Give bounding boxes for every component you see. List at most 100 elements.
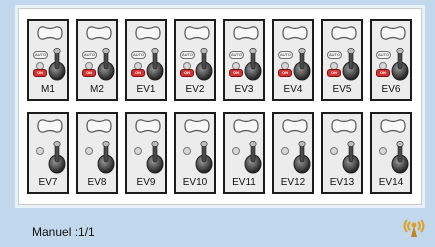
switch-label: EV1 [136, 84, 156, 95]
toggle-switch-icon[interactable] [194, 47, 214, 86]
on-button[interactable]: ON [33, 69, 47, 77]
auto-indicator: AUTO [33, 51, 48, 70]
auto-label: AUTO [278, 51, 293, 59]
toggle-switch-icon[interactable] [390, 140, 410, 179]
toggle-switch-icon[interactable] [96, 140, 116, 179]
switch-label: EV2 [185, 84, 205, 95]
toggle-switch-icon[interactable] [390, 47, 410, 86]
switch-panel: AUTO ON M1 AUTO ON M2 AUTO ON EV1 AUTO ON EV2 AUTO ON… [18, 8, 422, 205]
lock-icon [183, 147, 191, 155]
auto-indicator: AUTO [229, 51, 244, 70]
status-lamp-icon [281, 117, 309, 140]
toggle-switch-icon[interactable] [194, 140, 214, 179]
lock-icon [134, 147, 142, 155]
auto-label: AUTO [376, 51, 391, 59]
switch-card-ev8[interactable]: EV8 [76, 112, 118, 194]
status-lamp-icon [379, 24, 407, 47]
auto-label: AUTO [229, 51, 244, 59]
on-button[interactable]: ON [82, 69, 96, 77]
switch-label: EV7 [38, 177, 58, 188]
auto-indicator: AUTO [376, 51, 391, 70]
auto-indicator: AUTO [131, 51, 146, 70]
switch-label: EV3 [234, 84, 254, 95]
switch-label: M2 [90, 84, 104, 95]
switch-card-m2[interactable]: AUTO ON M2 [76, 19, 118, 101]
switch-label: EV6 [381, 84, 401, 95]
lock-indicator-icon [278, 144, 289, 155]
mode-status: Manuel :1/1 [32, 225, 95, 239]
switch-card-ev3[interactable]: AUTO ON EV3 [223, 19, 265, 101]
switch-card-ev7[interactable]: EV7 [27, 112, 69, 194]
lock-indicator-icon [376, 144, 387, 155]
switch-card-ev4[interactable]: AUTO ON EV4 [272, 19, 314, 101]
status-lamp-icon [281, 24, 309, 47]
auto-label: AUTO [180, 51, 195, 59]
toggle-switch-icon[interactable] [341, 140, 361, 179]
switch-card-ev5[interactable]: AUTO ON EV5 [321, 19, 363, 101]
auto-indicator: AUTO [278, 51, 293, 70]
lock-indicator-icon [82, 144, 93, 155]
status-lamp-icon [330, 24, 358, 47]
switch-label: EV14 [378, 177, 404, 188]
status-lamp-icon [36, 117, 64, 140]
status-lamp-icon [36, 24, 64, 47]
lock-icon [281, 147, 289, 155]
toggle-switch-icon[interactable] [341, 47, 361, 86]
lock-icon [232, 147, 240, 155]
lock-indicator-icon [229, 144, 240, 155]
switch-card-ev14[interactable]: EV14 [370, 112, 412, 194]
toggle-switch-icon[interactable] [47, 140, 67, 179]
auto-indicator: AUTO [327, 51, 342, 70]
lock-indicator-icon [131, 144, 142, 155]
on-button[interactable]: ON [327, 69, 341, 77]
switch-label: EV5 [332, 84, 352, 95]
toggle-switch-icon[interactable] [96, 47, 116, 86]
status-lamp-icon [379, 117, 407, 140]
lock-icon [379, 147, 387, 155]
lock-indicator-icon [180, 144, 191, 155]
lock-icon [85, 147, 93, 155]
lock-indicator-icon [327, 144, 338, 155]
toggle-switch-icon[interactable] [243, 47, 263, 86]
switch-card-ev6[interactable]: AUTO ON EV6 [370, 19, 412, 101]
toggle-switch-icon[interactable] [145, 47, 165, 86]
switch-label: EV13 [329, 177, 355, 188]
status-lamp-icon [134, 117, 162, 140]
switch-label: EV9 [136, 177, 156, 188]
status-lamp-icon [232, 24, 260, 47]
status-lamp-icon [183, 24, 211, 47]
switch-card-ev10[interactable]: EV10 [174, 112, 216, 194]
status-lamp-icon [85, 117, 113, 140]
toggle-switch-icon[interactable] [243, 140, 263, 179]
switch-card-ev9[interactable]: EV9 [125, 112, 167, 194]
on-button[interactable]: ON [131, 69, 145, 77]
wifi-signal-icon [401, 216, 427, 243]
on-button[interactable]: ON [376, 69, 390, 77]
switch-label: EV12 [280, 177, 306, 188]
switch-card-m1[interactable]: AUTO ON M1 [27, 19, 69, 101]
auto-label: AUTO [131, 51, 146, 59]
toggle-switch-icon[interactable] [145, 140, 165, 179]
switch-card-ev11[interactable]: EV11 [223, 112, 265, 194]
auto-label: AUTO [327, 51, 342, 59]
switch-label: M1 [41, 84, 55, 95]
status-lamp-icon [85, 24, 113, 47]
switch-label: EV4 [283, 84, 303, 95]
switch-card-ev13[interactable]: EV13 [321, 112, 363, 194]
on-button[interactable]: ON [229, 69, 243, 77]
on-button[interactable]: ON [180, 69, 194, 77]
toggle-switch-icon[interactable] [292, 47, 312, 86]
auto-indicator: AUTO [180, 51, 195, 70]
switch-card-ev1[interactable]: AUTO ON EV1 [125, 19, 167, 101]
auto-label: AUTO [82, 51, 97, 59]
switch-card-ev2[interactable]: AUTO ON EV2 [174, 19, 216, 101]
toggle-switch-icon[interactable] [292, 140, 312, 179]
switch-card-ev12[interactable]: EV12 [272, 112, 314, 194]
status-lamp-icon [330, 117, 358, 140]
on-button[interactable]: ON [278, 69, 292, 77]
toggle-switch-icon[interactable] [47, 47, 67, 86]
auto-indicator: AUTO [82, 51, 97, 70]
status-lamp-icon [183, 117, 211, 140]
status-lamp-icon [134, 24, 162, 47]
lock-icon [330, 147, 338, 155]
